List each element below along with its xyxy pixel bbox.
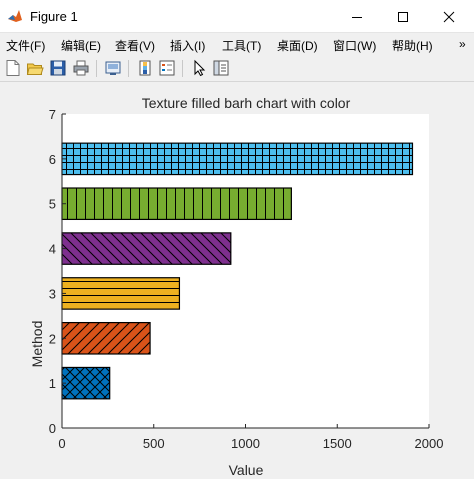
new-figure-icon[interactable]: [4, 59, 22, 77]
link-plot-icon[interactable]: [104, 59, 122, 77]
menu-help[interactable]: 帮助(H): [392, 37, 433, 54]
x-axis-label: Value: [229, 462, 264, 478]
y-tick-label: 5: [49, 197, 56, 212]
y-tick-label: 7: [49, 107, 56, 122]
maximize-icon: [398, 11, 408, 22]
menu-file[interactable]: 文件(F): [6, 37, 45, 54]
x-tick-label: 0: [58, 436, 65, 451]
figure-canvas: 0 500 1000 1500 2000 0 1 2 3 4 5 6 7 Texture filled …: [0, 82, 474, 479]
chart: 0 500 1000 1500 2000 0 1 2 3 4 5 6 7 Texture filled …: [29, 95, 444, 478]
bar-method-4: [61, 232, 232, 265]
bar-method-3: [61, 277, 181, 310]
x-tick-label: 500: [143, 436, 165, 451]
y-tick-label: 1: [49, 376, 56, 391]
bar-method-1: [61, 366, 111, 400]
figure-toolbar: [0, 55, 474, 82]
menu-tools[interactable]: 工具(T): [222, 37, 261, 54]
menu-window[interactable]: 窗口(W): [333, 37, 376, 54]
y-tick-label: 6: [49, 152, 56, 167]
close-icon: [443, 11, 455, 22]
minimize-button[interactable]: [334, 0, 380, 33]
legend-icon[interactable]: [158, 59, 176, 77]
minimize-icon: [352, 16, 362, 18]
menu-bar: 文件(F) 编辑(E) 查看(V) 插入(I) 工具(T) 桌面(D) 窗口(W…: [0, 33, 474, 55]
property-editor-icon[interactable]: [212, 59, 230, 77]
print-icon[interactable]: [72, 59, 90, 77]
open-file-icon[interactable]: [26, 59, 44, 77]
matlab-app-icon: [7, 8, 23, 24]
x-tick-label: 2000: [415, 436, 444, 451]
y-tick-label: 3: [49, 286, 56, 301]
bar-method-2: [61, 321, 151, 355]
y-tick-label: 0: [49, 421, 56, 436]
toolbar-separator: [96, 60, 97, 77]
x-tick-label: 1500: [323, 436, 352, 451]
x-tick-label: 1000: [231, 436, 260, 451]
menu-overflow[interactable]: »: [459, 37, 466, 51]
menu-edit[interactable]: 编辑(E): [61, 37, 101, 54]
menu-desktop[interactable]: 桌面(D): [277, 37, 318, 54]
y-tick-label: 4: [49, 242, 56, 257]
save-icon[interactable]: [49, 59, 67, 77]
bar-method-5: [61, 187, 292, 221]
y-axis-label: Method: [29, 321, 45, 368]
menu-insert[interactable]: 插入(I): [170, 37, 205, 54]
close-button[interactable]: [426, 0, 472, 33]
pointer-icon[interactable]: [190, 59, 208, 77]
toolbar-separator: [182, 60, 183, 77]
title-bar: Figure 1: [0, 0, 474, 33]
y-tick-label: 2: [49, 331, 56, 346]
maximize-button[interactable]: [380, 0, 426, 33]
window-title: Figure 1: [30, 9, 78, 24]
bar-method-6: [61, 142, 414, 176]
toolbar-separator: [128, 60, 129, 77]
menu-view[interactable]: 查看(V): [115, 37, 155, 54]
chart-title: Texture filled barh chart with color: [142, 95, 351, 111]
colorbar-icon[interactable]: [136, 59, 154, 77]
